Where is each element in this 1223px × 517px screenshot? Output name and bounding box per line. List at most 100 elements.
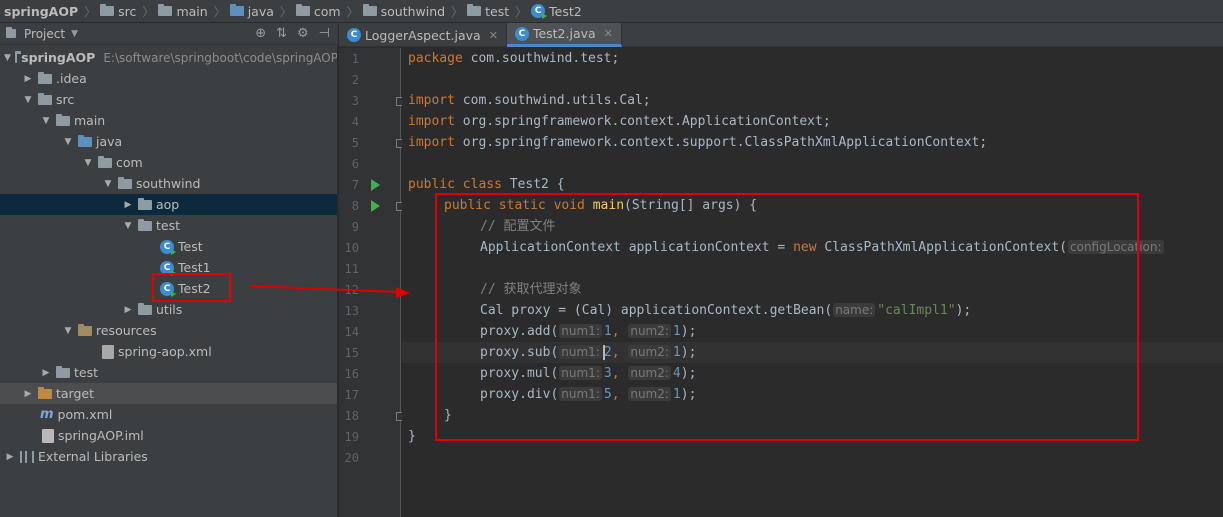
line-number: 19 [344,430,359,444]
collapse-all-icon[interactable]: ⇅ [276,26,287,41]
project-toolbar: ⊕ ⇅ ⚙ ⊣ [255,26,330,41]
collapse-arrow-icon[interactable]: ▶ [40,368,52,378]
tree-item-label: pom.xml [57,407,113,422]
breadcrumb-label: springAOP [4,3,79,19]
code-line-7: public class Test2 { [408,177,565,192]
tree-item-pom-xml[interactable]: m pom.xml [0,404,337,425]
line-number: 2 [351,73,359,87]
folder-icon [56,113,70,126]
code-line-4: import org.springframework.context.Appli… [408,114,831,129]
tree-item-external-libraries[interactable]: ▶ External Libraries [0,446,337,467]
expand-arrow-icon[interactable]: ▼ [22,95,34,105]
line-number: 9 [351,220,359,234]
collapse-arrow-icon[interactable]: ▶ [4,452,16,462]
tree-item-utils[interactable]: ▶ utils [0,299,337,320]
collapse-arrow-icon[interactable]: ▶ [22,389,34,399]
tree-item-src[interactable]: ▼ src [0,89,337,110]
tree-item-path: E:\software\springboot\code\springAOP [103,50,338,65]
breadcrumb-item-main[interactable]: main 〉 [158,0,229,22]
line-number: 18 [344,409,359,423]
tree-item-resources[interactable]: ▼ resources [0,320,337,341]
tree-item-springaop[interactable]: ▼ springAOP E:\software\springboot\code\… [0,47,338,68]
tree-item-test-class[interactable]: C Test [0,236,337,257]
run-class-icon[interactable] [371,179,380,191]
tree-item-label: resources [96,323,157,338]
line-number: 6 [351,157,359,171]
line-number: 14 [344,325,359,339]
breadcrumb-label: main [176,3,208,19]
package-icon [118,176,132,189]
expand-arrow-icon[interactable]: ▼ [62,326,74,336]
folder-icon [158,4,173,16]
run-main-icon[interactable] [371,200,380,212]
tree-item-com[interactable]: ▼ com [0,152,337,173]
tree-item-southwind[interactable]: ▼ southwind [0,173,337,194]
breadcrumb-item-test[interactable]: test 〉 [467,0,531,22]
package-icon [362,4,377,16]
source-folder-icon [229,4,244,16]
expand-arrow-icon[interactable]: ▼ [102,179,114,189]
breadcrumb-label: southwind [380,3,446,19]
breadcrumb-item-southwind[interactable]: southwind 〉 [362,0,467,22]
tree-item-label: main [74,113,106,128]
line-number: 5 [351,136,359,150]
package-icon [295,4,310,16]
tree-item-label: java [96,134,123,149]
hide-panel-icon[interactable]: ⊣ [319,26,330,41]
folder-icon [100,4,115,16]
tree-item-label: utils [156,302,183,317]
tree-item-main[interactable]: ▼ main [0,110,337,131]
breadcrumb-label: test [485,3,510,19]
project-icon [6,27,16,38]
code-line-5: import org.springframework.context.suppo… [408,135,988,150]
source-folder-icon [78,134,92,147]
java-class-icon: C [514,26,529,41]
tab-loggeraspect[interactable]: C LoggerAspect.java ✕ [339,23,507,47]
tree-item-label: Test [178,239,203,254]
scroll-from-source-icon[interactable]: ⊕ [255,26,266,41]
close-icon[interactable]: ✕ [489,29,498,42]
breadcrumb-item-project[interactable]: springAOP 〉 [4,0,100,22]
tree-item-test-package[interactable]: ▼ test [0,215,337,236]
close-icon[interactable]: ✕ [604,27,613,40]
expand-arrow-icon[interactable]: ▼ [4,53,11,63]
chevron-right-icon: 〉 [451,4,464,19]
line-number: 11 [344,262,359,276]
project-panel-title[interactable]: Project [24,27,65,41]
chevron-right-icon: 〉 [279,4,292,19]
collapse-arrow-icon[interactable]: ▶ [122,305,134,315]
breadcrumb-item-src[interactable]: src 〉 [100,0,158,22]
expand-arrow-icon[interactable]: ▼ [40,116,52,126]
expand-arrow-icon[interactable]: ▼ [62,137,74,147]
tree-item-label: External Libraries [38,449,148,464]
line-number: 16 [344,367,359,381]
module-folder-icon [14,50,22,63]
java-class-icon: C [531,4,548,19]
editor-tabs: C LoggerAspect.java ✕ C Test2.java ✕ [339,23,1223,47]
breadcrumb-item-java[interactable]: java 〉 [229,0,296,22]
tree-item-test-folder[interactable]: ▶ test [0,362,337,383]
chevron-down-icon[interactable]: ▼ [71,29,78,39]
tab-test2[interactable]: C Test2.java ✕ [506,23,622,47]
breadcrumb-item-com[interactable]: com 〉 [295,0,363,22]
java-class-icon: C [347,28,361,42]
tree-item-idea[interactable]: ▶ .idea [0,68,337,89]
tree-item-iml[interactable]: springAOP.iml [0,425,337,446]
line-number: 17 [344,388,359,402]
tree-item-aop[interactable]: ▶ aop [0,194,337,215]
expand-arrow-icon[interactable]: ▼ [82,158,94,168]
gear-icon[interactable]: ⚙ [297,26,309,41]
expand-arrow-icon[interactable]: ▼ [122,221,134,231]
resources-folder-icon [78,323,92,336]
tree-item-label: springAOP.iml [58,428,144,443]
breadcrumb-item-test2[interactable]: C Test2 [531,0,586,22]
collapse-arrow-icon[interactable]: ▶ [22,74,34,84]
tree-item-label: target [56,386,95,401]
tree-item-java[interactable]: ▼ java [0,131,337,152]
collapse-arrow-icon[interactable]: ▶ [122,200,134,210]
tree-item-spring-aop-xml[interactable]: spring-aop.xml [0,341,337,362]
tree-item-target[interactable]: ▶ target [0,383,337,404]
line-number: 4 [351,115,359,129]
chevron-right-icon: 〉 [515,4,528,19]
line-number: 12 [344,283,359,297]
